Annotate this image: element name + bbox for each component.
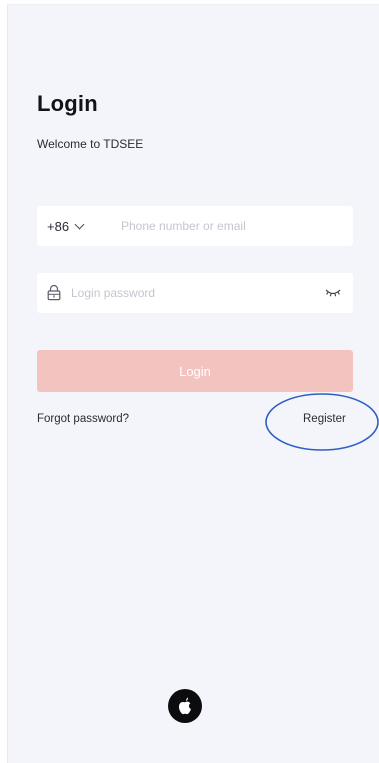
page-subtitle: Welcome to TDSEE xyxy=(37,137,144,151)
page-title: Login xyxy=(37,91,98,116)
country-code-label: +86 xyxy=(47,218,70,234)
lock-icon xyxy=(47,284,61,301)
phone-field: +86 xyxy=(37,206,353,246)
chevron-down-icon xyxy=(74,219,85,229)
login-screen: Login Welcome to TDSEE +86 Login Forgot … xyxy=(7,4,379,763)
eye-closed-icon[interactable] xyxy=(325,286,341,298)
login-button[interactable]: Login xyxy=(37,350,353,392)
register-link[interactable]: Register xyxy=(303,413,346,425)
apple-login-button[interactable] xyxy=(168,689,202,723)
password-field xyxy=(37,273,353,313)
country-code-selector[interactable]: +86 xyxy=(47,206,85,246)
phone-email-input[interactable] xyxy=(121,206,345,246)
password-input[interactable] xyxy=(71,273,311,313)
apple-icon xyxy=(178,697,191,715)
forgot-password-link[interactable]: Forgot password? xyxy=(37,413,129,425)
